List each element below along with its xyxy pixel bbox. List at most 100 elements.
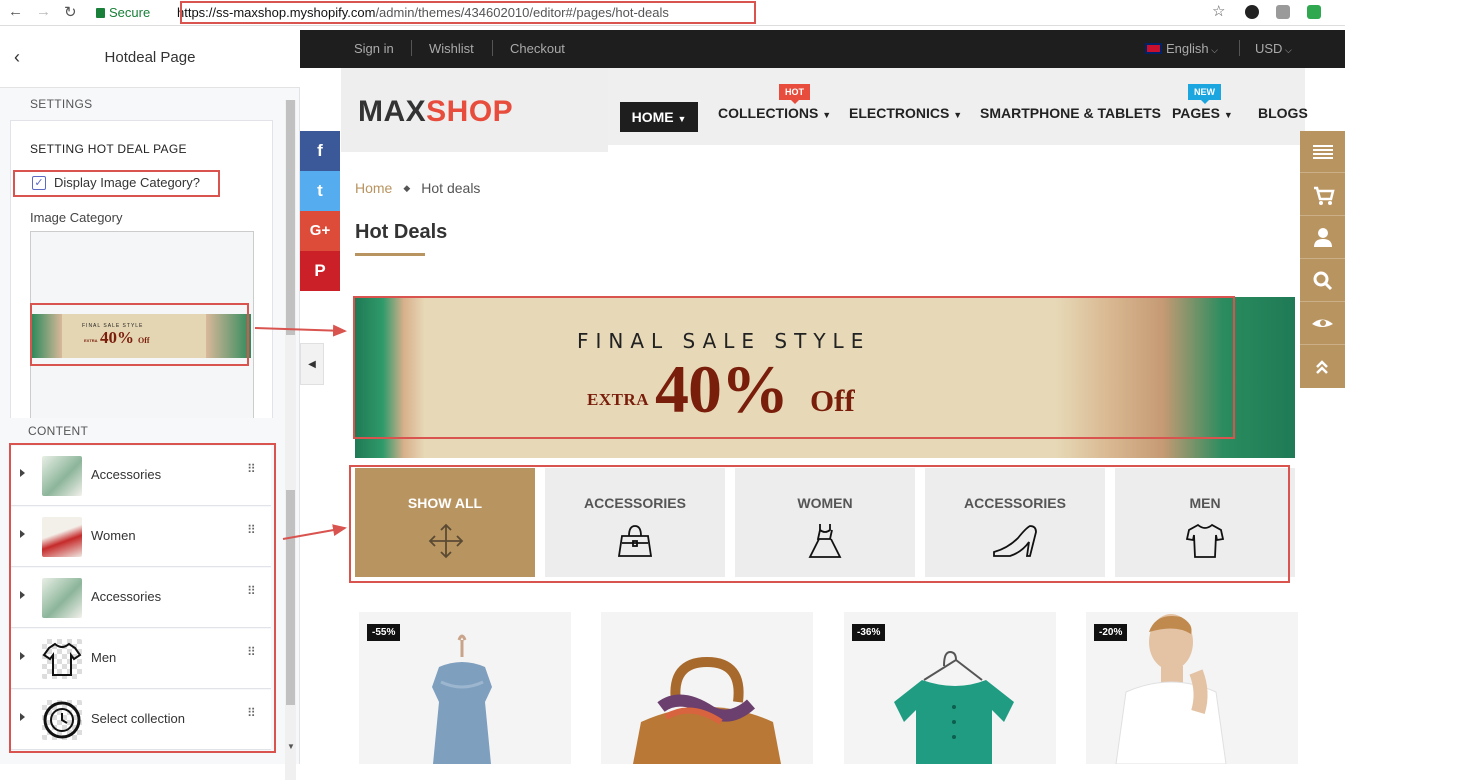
nav-smartphone-tablets[interactable]: SMARTPHONE & TABLETS — [980, 105, 1161, 121]
nav-electronics[interactable]: ELECTRONICS ▼ — [849, 105, 962, 121]
eye-icon[interactable] — [1300, 303, 1345, 345]
discount-badge: -20% — [1094, 624, 1128, 641]
image-category-picker[interactable]: FINAL SALE STYLE EXTRA 40% Off — [30, 231, 254, 421]
menu-icon[interactable] — [1300, 131, 1345, 173]
pinterest-icon[interactable]: P — [300, 251, 340, 291]
product-card[interactable]: -20% — [1086, 612, 1298, 764]
hot-badge: HOT — [779, 84, 810, 104]
chevron-down-icon: ⌵ — [1208, 45, 1218, 55]
scroll-down-icon[interactable]: ▼ — [287, 742, 295, 751]
expand-arrow-icon[interactable] — [20, 530, 25, 538]
breadcrumb-home[interactable]: Home — [355, 180, 392, 196]
category-tile-men[interactable]: MEN — [1115, 468, 1295, 577]
secure-indicator: Secure — [96, 5, 150, 20]
content-item-men[interactable]: Men ⠿ — [11, 629, 271, 689]
facebook-icon[interactable]: f — [300, 131, 340, 171]
category-tile-label: ACCESSORIES — [584, 495, 686, 511]
expand-arrow-icon[interactable] — [20, 713, 25, 721]
content-item-women[interactable]: Women ⠿ — [11, 507, 271, 567]
lock-icon — [96, 8, 105, 18]
nav-collections[interactable]: COLLECTIONS ▼ — [718, 105, 831, 121]
url-text[interactable]: https://ss-maxshop.myshopify.com/admin/t… — [177, 5, 669, 20]
collapse-sidebar-icon[interactable]: ◀ — [300, 343, 324, 385]
search-icon[interactable] — [1300, 260, 1345, 302]
nav-home[interactable]: HOME ▼ — [620, 102, 698, 132]
bookmark-star-icon[interactable]: ☆ — [1212, 2, 1225, 20]
reload-icon[interactable]: ↻ — [64, 3, 77, 21]
title-underline — [355, 253, 425, 256]
banner-off: Off — [810, 383, 855, 418]
expand-arrow-icon[interactable] — [20, 591, 25, 599]
scrollbar-thumb[interactable] — [286, 100, 295, 335]
address-bar[interactable]: Secure https://ss-maxshop.myshopify.com/… — [92, 1, 1242, 24]
banner-extra: EXTRA — [587, 390, 650, 409]
browser-toolbar: ← → ↻ Secure https://ss-maxshop.myshopif… — [0, 0, 1345, 26]
currency-selector[interactable]: USD ⌵ — [1255, 41, 1292, 56]
category-tile-accessories[interactable]: ACCESSORIES — [545, 468, 725, 577]
content-item-label: Select collection — [91, 711, 185, 726]
caret-down-icon: ▼ — [677, 114, 687, 124]
url-path: /admin/themes/434602010/editor#/pages/ho… — [375, 5, 669, 20]
expand-arrow-icon[interactable] — [20, 469, 25, 477]
wishlist-link[interactable]: Wishlist — [429, 41, 474, 56]
extension-search-icon[interactable] — [1276, 5, 1290, 19]
product-card[interactable]: -55% — [359, 612, 571, 764]
display-image-category-checkbox[interactable]: ✓ — [32, 176, 46, 190]
extension-clip-icon[interactable] — [1307, 5, 1321, 19]
chevron-down-icon: ⌵ — [1282, 45, 1292, 55]
category-tile-accessories-heels[interactable]: ACCESSORIES — [925, 468, 1105, 577]
language-selector[interactable]: English ⌵ — [1145, 41, 1218, 56]
checkout-link[interactable]: Checkout — [510, 41, 565, 56]
women-thumb — [42, 517, 82, 557]
display-image-category-label[interactable]: Display Image Category? — [54, 175, 200, 190]
tshirt-icon — [42, 642, 82, 676]
back-arrow-icon[interactable]: ← — [8, 3, 23, 20]
category-tile-women[interactable]: WOMEN — [735, 468, 915, 577]
content-item-label: Accessories — [91, 589, 162, 604]
category-tile-label: ACCESSORIES — [964, 495, 1066, 511]
drag-handle-icon[interactable]: ⠿ — [247, 707, 256, 719]
dress-icon — [808, 524, 842, 558]
content-item-label: Women — [91, 528, 136, 543]
extension-color-icon[interactable] — [1245, 5, 1259, 19]
divider — [1239, 40, 1240, 56]
expand-arrow-icon[interactable] — [20, 652, 25, 660]
category-tile-label: MEN — [1189, 495, 1221, 511]
high-heel-icon — [993, 525, 1037, 557]
google-plus-icon[interactable]: G+ — [300, 211, 340, 251]
content-item-select-collection[interactable]: Select collection ⠿ — [11, 690, 271, 750]
caret-down-icon: ▼ — [822, 110, 832, 120]
breadcrumb: Home ◆ Hot deals — [355, 180, 480, 196]
banner-model-right — [1055, 297, 1295, 458]
banner-percent: 40% — [655, 351, 789, 427]
settings-heading: SETTING HOT DEAL PAGE — [30, 142, 187, 156]
cart-icon[interactable] — [1300, 174, 1345, 216]
breadcrumb-separator: ◆ — [403, 183, 411, 193]
user-icon[interactable] — [1300, 217, 1345, 259]
category-tile-show-all[interactable]: SHOW ALL — [355, 468, 535, 577]
content-item-label: Accessories — [91, 467, 162, 482]
product-card[interactable]: -36% — [844, 612, 1056, 764]
chevrons-up-icon[interactable] — [1300, 346, 1345, 388]
image-category-preview: FINAL SALE STYLE EXTRA 40% Off — [32, 314, 251, 358]
hot-deals-banner[interactable]: FINAL SALE STYLE EXTRA 40% Off — [355, 297, 1295, 458]
product-card[interactable] — [601, 612, 813, 764]
logo-area: MAXSHOP — [341, 68, 608, 152]
caret-down-icon: ▼ — [1223, 110, 1233, 120]
nav-blogs[interactable]: BLOGS — [1258, 105, 1308, 121]
clock-icon — [43, 701, 81, 739]
twitter-icon[interactable]: t — [300, 171, 340, 211]
watch-thumb — [42, 700, 82, 740]
nav-pages[interactable]: PAGES ▼ — [1172, 105, 1233, 121]
sign-in-link[interactable]: Sign in — [354, 41, 394, 56]
maxshop-logo[interactable]: MAXSHOP — [358, 95, 513, 129]
content-section-label: CONTENT — [28, 424, 89, 438]
drag-handle-icon[interactable]: ⠿ — [247, 585, 256, 597]
forward-arrow-icon[interactable]: → — [36, 3, 51, 20]
page-title: Hot Deals — [355, 221, 448, 243]
content-item-label: Men — [91, 650, 117, 665]
drag-handle-icon[interactable]: ⠿ — [247, 646, 256, 658]
content-item-accessories[interactable]: Accessories ⠿ — [11, 446, 271, 506]
content-item-accessories[interactable]: Accessories ⠿ — [11, 568, 271, 628]
banner-model-left — [355, 297, 425, 458]
